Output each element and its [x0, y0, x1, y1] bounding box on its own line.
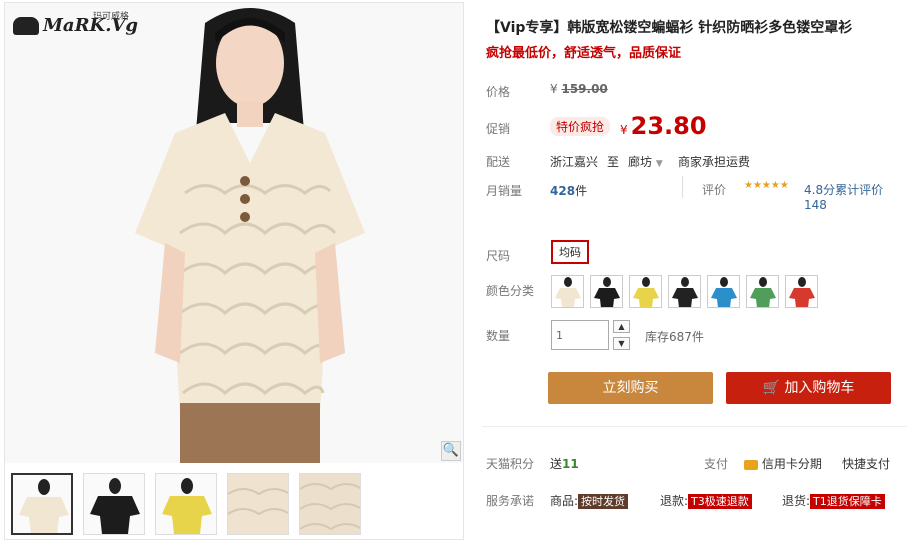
product-title: 【Vip专享】韩版宽松镂空蝙蝠衫 针织防晒衫多色镂空罩衫	[486, 20, 853, 36]
qty-label: 数量	[486, 329, 511, 343]
original-price-value: 159.00	[561, 82, 608, 96]
original-price: ¥ 159.00	[550, 82, 608, 96]
service-refund-badge[interactable]: T3极速退款	[688, 494, 752, 509]
ship-to: 廊坊	[628, 155, 653, 169]
chevron-down-icon: ▼	[655, 159, 663, 169]
promo-label: 促销	[486, 122, 511, 136]
service-return-text: 退货:	[782, 494, 811, 508]
current-currency: ¥	[620, 123, 628, 137]
color-swatch-1[interactable]	[551, 275, 584, 308]
add-to-cart-button[interactable]: 🛒 加入购物车	[726, 372, 891, 404]
points-send: 送	[550, 457, 563, 471]
add-to-cart-label: 加入购物车	[784, 380, 855, 396]
thumbnail-2[interactable]	[83, 473, 145, 535]
ship-from: 浙江嘉兴	[550, 155, 599, 169]
color-swatch-2[interactable]	[590, 275, 623, 308]
sales-label: 月销量	[486, 184, 523, 198]
quick-pay[interactable]: 快捷支付	[842, 455, 890, 472]
credit-label: 信用卡分期	[761, 457, 822, 471]
main-product-image[interactable]: MaRK.Vg 玛可威格 🔍	[5, 3, 463, 463]
sales-count: 428件	[550, 182, 587, 199]
sales-number: 428	[550, 184, 576, 198]
promo-text: 疯抢最低价，舒适透气，品质保证	[486, 46, 682, 61]
credit-card-option[interactable]: 信用卡分期	[744, 455, 822, 472]
stock-text: 库存687件	[645, 330, 704, 344]
rating-label: 评价	[702, 183, 727, 197]
ship-label: 配送	[486, 155, 511, 169]
color-options	[551, 275, 818, 308]
service-goods-text: 商品:	[550, 494, 579, 508]
size-label: 尺码	[486, 249, 511, 263]
cart-icon: 🛒	[762, 380, 780, 396]
model-photo	[135, 3, 365, 463]
thumbnail-4[interactable]	[227, 473, 289, 535]
points-label: 天猫积分	[486, 457, 535, 471]
original-currency: ¥	[550, 82, 558, 96]
ship-to-select[interactable]: 廊坊 ▼	[628, 153, 663, 170]
points-text: 送11	[550, 455, 579, 472]
quantity-input[interactable]: 1	[551, 320, 609, 350]
color-swatch-3[interactable]	[629, 275, 662, 308]
promo-tag: 特价疯抢	[550, 117, 611, 136]
sales-unit: 件	[575, 184, 588, 198]
credit-card-icon	[744, 459, 758, 470]
color-swatch-7[interactable]	[785, 275, 818, 308]
thumbnail-3[interactable]	[155, 473, 217, 535]
service-label: 服务承诺	[486, 494, 535, 508]
thumbnail-1[interactable]	[11, 473, 73, 535]
current-price-value: 23.80	[630, 112, 707, 140]
qty-down-button[interactable]: ▼	[613, 337, 630, 350]
service-refund: 退款: T3极速退款	[660, 492, 752, 509]
service-goods: 商品: 按时发货	[550, 492, 629, 509]
service-return-badge[interactable]: T1退货保障卡	[810, 494, 885, 509]
color-swatch-5[interactable]	[707, 275, 740, 308]
brand-logo: MaRK.Vg 玛可威格	[13, 12, 138, 36]
ship-to-word: 至	[607, 155, 620, 169]
color-swatch-4[interactable]	[668, 275, 701, 308]
product-gallery: MaRK.Vg 玛可威格 🔍	[4, 2, 464, 540]
service-refund-text: 退款:	[660, 494, 689, 508]
bear-logo-icon	[13, 16, 39, 35]
qty-up-button[interactable]: ▲	[613, 320, 630, 333]
service-return: 退货: T1退货保障卡	[782, 492, 885, 509]
pay-label: 支付	[704, 457, 729, 471]
thumbnail-strip	[11, 473, 361, 535]
current-price: ¥23.80	[620, 112, 707, 140]
thumbnail-5[interactable]	[299, 473, 361, 535]
color-label: 颜色分类	[486, 284, 535, 298]
logo-cn-text: 玛可威格	[93, 12, 130, 22]
service-goods-badge[interactable]: 按时发货	[578, 494, 629, 509]
size-option[interactable]: 均码	[551, 240, 589, 264]
buy-now-button[interactable]: 立刻购买	[548, 372, 713, 404]
rating-stars-icon: ★★★★★	[744, 180, 789, 191]
color-swatch-6[interactable]	[746, 275, 779, 308]
rating-text[interactable]: 4.8分累计评价148	[804, 181, 902, 212]
zoom-icon[interactable]: 🔍	[441, 441, 461, 461]
ship-fee: 商家承担运费	[678, 155, 751, 169]
points-value: 11	[562, 457, 579, 471]
price-label: 价格	[486, 85, 511, 99]
